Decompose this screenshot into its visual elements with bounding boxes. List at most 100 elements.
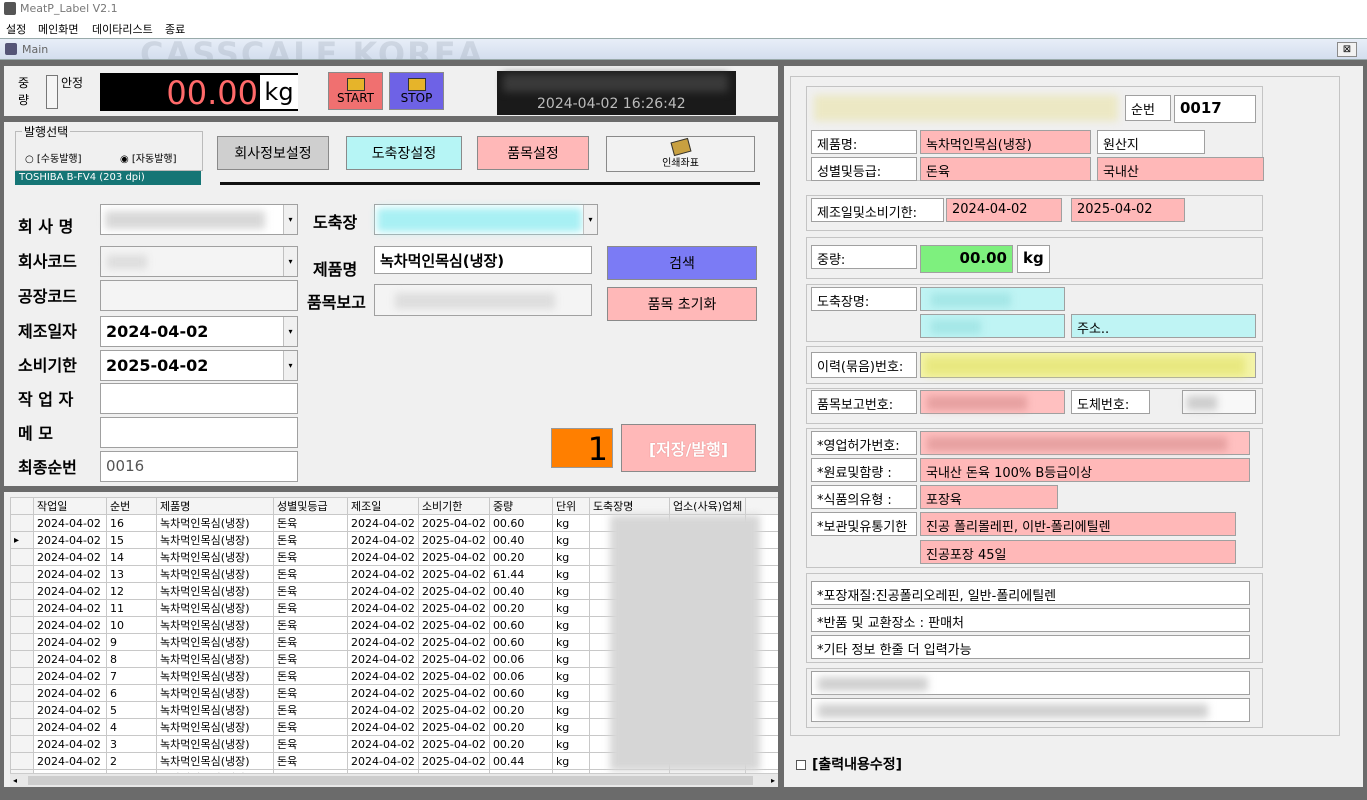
chevron-down-icon[interactable]: ▾ [283, 247, 297, 276]
table-cell: 8 [106, 650, 157, 668]
frame-mid [778, 60, 784, 800]
table-cell: 14 [106, 548, 157, 566]
worker-input[interactable] [100, 383, 298, 414]
reset-item-button[interactable]: 품목 초기화 [607, 287, 757, 321]
frame-top [4, 60, 778, 66]
search-button[interactable]: 검색 [607, 246, 757, 280]
table-cell: 녹차먹인목심(냉장) [156, 531, 274, 549]
item-settings-button[interactable]: 품목설정 [477, 136, 589, 170]
edit-output-checkbox[interactable]: [출력내용수정] [796, 754, 902, 774]
company-code-combo[interactable]: ▾ [100, 246, 298, 277]
seq-value: 0017 [1174, 95, 1256, 123]
table-cell: 4 [106, 718, 157, 736]
item-report-field[interactable] [374, 284, 592, 316]
table-cell: 00.60 [488, 633, 553, 651]
menu-item-main[interactable]: 메인화면 [38, 21, 78, 37]
col-weight[interactable]: 중량 [488, 497, 553, 515]
scroll-left-icon[interactable]: ◂ [13, 776, 17, 785]
chevron-down-icon[interactable]: ▾ [283, 317, 297, 346]
start-label: START [336, 90, 375, 105]
row-selector[interactable] [10, 616, 34, 634]
row-selector[interactable] [10, 735, 34, 753]
table-cell: 2025-04-02 [417, 752, 490, 770]
scroll-right-icon[interactable]: ▸ [771, 776, 775, 785]
mfg-date-value: 2024-04-02 [106, 322, 209, 341]
auto-issue-radio[interactable]: ◉ [자동발행] [120, 150, 177, 165]
report-no-value-preview [920, 390, 1065, 414]
row-selector[interactable] [10, 752, 34, 770]
stop-button[interactable]: STOP [389, 72, 444, 110]
chevron-down-icon[interactable]: ▾ [583, 205, 597, 234]
exp-date-picker[interactable]: 2025-04-02 ▾ [100, 350, 298, 381]
table-cell: 2024-04-02 [33, 667, 107, 685]
table-cell: kg [551, 650, 590, 668]
table-cell: 2025-04-02 [417, 582, 490, 600]
row-selector[interactable] [10, 548, 34, 566]
info-line-2[interactable]: *반품 및 교환장소 : 판매처 [811, 608, 1250, 632]
table-cell: 돈육 [273, 650, 348, 668]
row-selector[interactable] [10, 514, 34, 532]
memo-input[interactable] [100, 417, 298, 448]
table-cell: 00.20 [488, 735, 553, 753]
table-cell: kg [551, 667, 590, 685]
info-line-3[interactable]: *기타 정보 한줄 더 입력가능 [811, 635, 1250, 659]
col-work-date[interactable]: 작업일 [33, 497, 107, 515]
table-cell: 2 [106, 752, 157, 770]
table-cell: kg [551, 718, 590, 736]
table-cell: 2024-04-02 [347, 718, 419, 736]
table-cell: kg [551, 548, 590, 566]
table-cell: 녹차먹인목심(냉장) [156, 633, 274, 651]
chevron-down-icon[interactable]: ▾ [283, 205, 297, 234]
start-button[interactable]: START [328, 72, 383, 110]
row-selector[interactable] [10, 718, 34, 736]
redacted-slaughter-preview [931, 293, 1011, 307]
row-selector[interactable] [10, 701, 34, 719]
print-count-display[interactable]: 1 [551, 428, 613, 468]
col-exp[interactable]: 소비기한 [417, 497, 490, 515]
col-product[interactable]: 제품명 [156, 497, 274, 515]
table-cell: kg [551, 616, 590, 634]
row-selector[interactable]: ▸ [10, 531, 34, 549]
food-type-value-preview: 포장육 [920, 485, 1058, 509]
col-sex-grade[interactable]: 성별및등급 [273, 497, 348, 515]
exp-value-preview: 2025-04-02 [1071, 198, 1185, 222]
save-print-button[interactable]: [저장/발행] [621, 424, 756, 472]
info-line-1[interactable]: *포장재질:진공폴리오레핀, 일반-폴리에틸렌 [811, 581, 1250, 605]
redacted-slaughter-column [610, 515, 760, 771]
close-button[interactable]: ⊠ [1337, 42, 1357, 57]
company-settings-button[interactable]: 회사정보설정 [217, 136, 329, 170]
table-cell: 2025-04-02 [417, 633, 490, 651]
records-grid[interactable]: 작업일 순번 제품명 성별및등급 제조일 소비기한 중량 단위 도축장명 업소(… [10, 497, 778, 787]
slaughter-settings-button[interactable]: 도축장설정 [346, 136, 462, 170]
company-name-combo[interactable]: ▾ [100, 204, 298, 235]
mfg-date-picker[interactable]: 2024-04-02 ▾ [100, 316, 298, 347]
table-cell: 2024-04-02 [33, 650, 107, 668]
table-cell: 2025-04-02 [417, 701, 490, 719]
factory-code-field[interactable] [100, 280, 298, 311]
row-selector[interactable] [10, 582, 34, 600]
row-selector[interactable] [10, 667, 34, 685]
horizontal-scrollbar[interactable]: ◂ ▸ [10, 773, 778, 787]
checkbox-icon[interactable] [796, 760, 806, 770]
menu-item-settings[interactable]: 설정 [6, 21, 26, 37]
col-unit[interactable]: 단위 [551, 497, 590, 515]
col-seq[interactable]: 순번 [106, 497, 157, 515]
manual-issue-radio[interactable]: ○ [수동발행] [25, 150, 82, 165]
table-cell: 돈육 [273, 514, 348, 532]
row-selector[interactable] [10, 650, 34, 668]
col-mfg[interactable]: 제조일 [347, 497, 419, 515]
row-selector[interactable] [10, 599, 34, 617]
chevron-down-icon[interactable]: ▾ [283, 351, 297, 380]
col-slaughter[interactable]: 도축장명 [588, 497, 670, 515]
row-selector[interactable] [10, 565, 34, 583]
scroll-thumb[interactable] [28, 776, 753, 785]
row-selector[interactable] [10, 684, 34, 702]
product-name-input[interactable]: 녹차먹인목심(냉장) [374, 246, 592, 274]
print-coord-button[interactable]: 인쇄좌표 [606, 136, 755, 172]
row-selector[interactable] [10, 633, 34, 651]
license-value-preview [920, 431, 1250, 455]
table-cell: 00.20 [488, 718, 553, 736]
col-farm[interactable]: 업소(사육)업체 [668, 497, 747, 515]
redacted-footer-1 [818, 677, 928, 691]
slaughter-combo[interactable]: ▾ [374, 204, 598, 235]
